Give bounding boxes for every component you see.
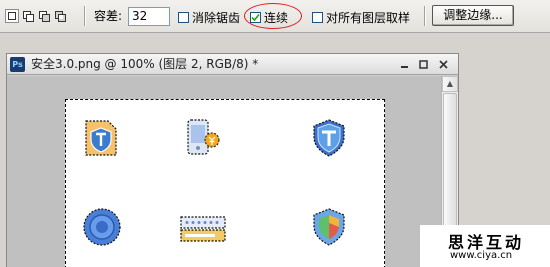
close-icon[interactable] [437, 58, 450, 71]
tolerance-label: 容差: [94, 9, 123, 23]
add-to-selection-icon[interactable] [21, 9, 35, 23]
scroll-up-icon[interactable]: ▲ [442, 76, 458, 92]
tolerance-input[interactable]: 32 [128, 7, 170, 26]
sample-all-layers-checkbox[interactable] [312, 12, 323, 23]
highlight-ellipse [244, 3, 302, 29]
sample-all-layers-option[interactable]: 对所有图层取样 [312, 9, 410, 26]
canvas-workspace[interactable] [7, 76, 441, 267]
sample-all-layers-label: 对所有图层取样 [326, 11, 411, 25]
document-titlebar[interactable]: Ps 安全3.0.png @ 100% (图层 2, RGB/8) * [7, 54, 458, 75]
subtract-from-selection-icon[interactable] [37, 9, 51, 23]
document-title: 安全3.0.png @ 100% (图层 2, RGB/8) * [31, 57, 259, 71]
antialias-option[interactable]: 消除锯齿 [178, 9, 240, 26]
intersect-selection-icon[interactable] [53, 9, 67, 23]
selection-marquee [65, 99, 385, 267]
document-window: Ps 安全3.0.png @ 100% (图层 2, RGB/8) * ▲ [6, 53, 459, 267]
selection-mode-group [5, 9, 67, 23]
photoshop-app-icon: Ps [10, 57, 25, 72]
watermark-url: www.ciya.cn [450, 250, 513, 261]
new-selection-icon[interactable] [5, 9, 19, 23]
antialias-label: 消除锯齿 [192, 11, 241, 25]
toolbar-separator [424, 6, 426, 26]
toolbar-separator [84, 6, 86, 26]
options-bar: 容差: 32 消除锯齿 连续 对所有图层取样 调整边缘... [0, 0, 550, 33]
maximize-icon[interactable] [417, 58, 430, 71]
watermark: 思洋互动 www.ciya.cn [420, 225, 550, 267]
antialias-checkbox[interactable] [178, 12, 189, 23]
minimize-icon[interactable] [398, 58, 411, 71]
refine-edge-button[interactable]: 调整边缘... [432, 5, 514, 26]
